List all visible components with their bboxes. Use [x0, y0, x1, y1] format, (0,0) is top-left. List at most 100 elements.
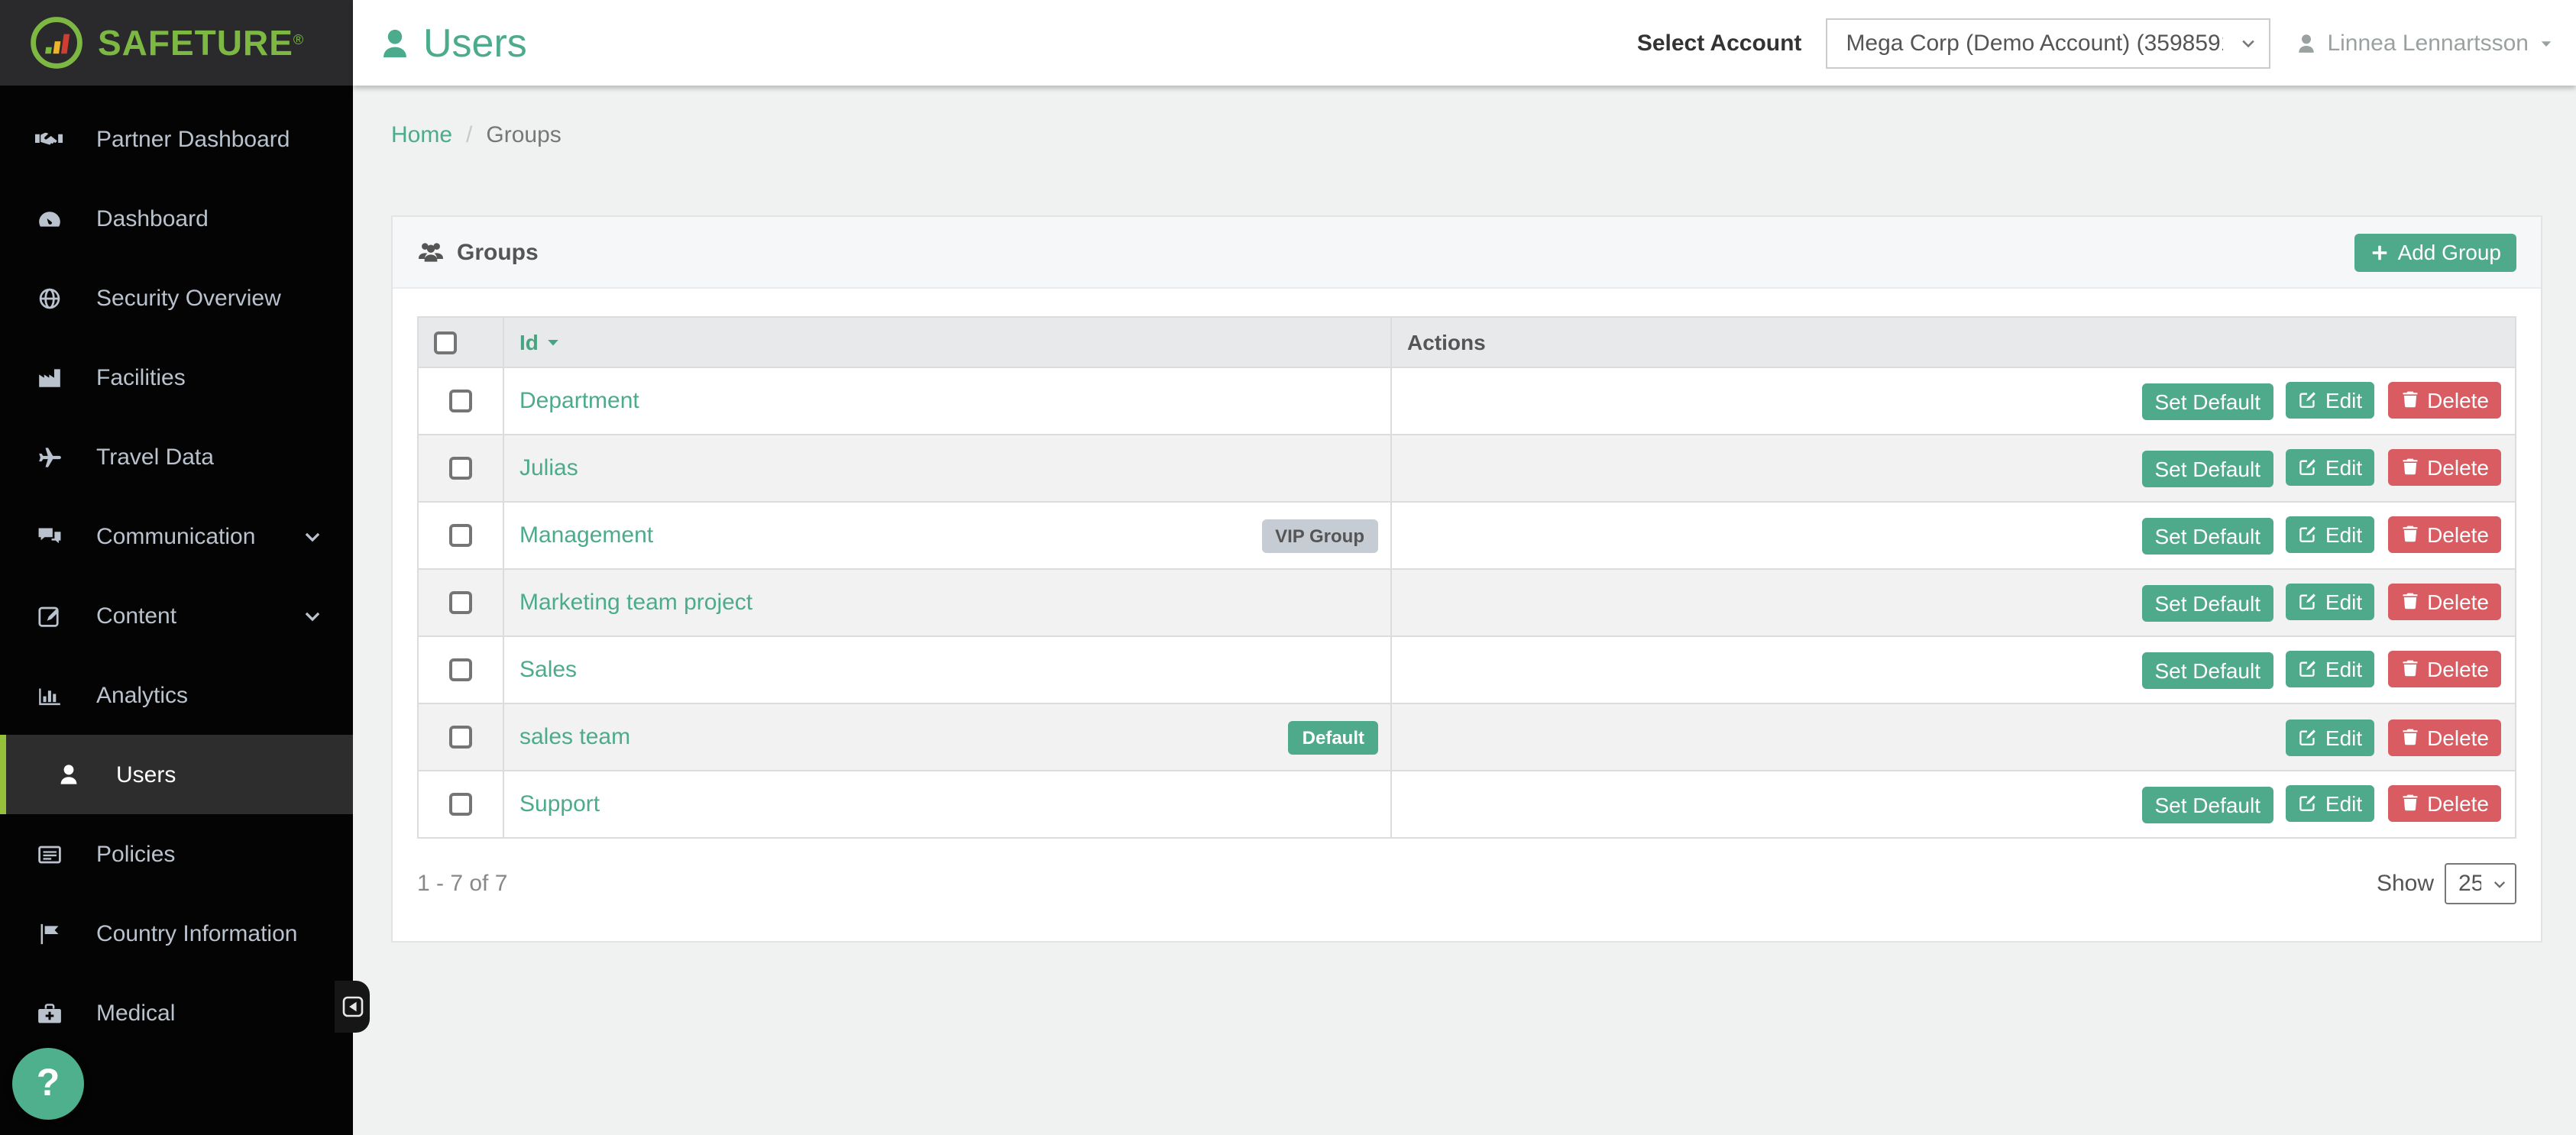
group-link[interactable]: Julias — [519, 455, 578, 481]
set-default-button[interactable]: Set Default — [2142, 519, 2273, 555]
chevron-down-icon — [303, 606, 322, 626]
delete-button[interactable]: Delete — [2387, 651, 2501, 687]
page-title-text: Users — [423, 19, 527, 66]
breadcrumb-current: Groups — [486, 122, 561, 148]
edit-button[interactable]: Edit — [2286, 651, 2374, 687]
edit-button[interactable]: Edit — [2286, 719, 2374, 755]
sidebar: SAFETURE ® Partner Dashboard Dashboard — [0, 0, 353, 1135]
set-default-button[interactable]: Set Default — [2142, 451, 2273, 488]
plus-icon — [2371, 242, 2390, 262]
edit-icon — [2298, 390, 2318, 410]
sidebar-item-facilities[interactable]: Facilities — [0, 338, 353, 417]
column-header-id[interactable]: Id — [503, 317, 1391, 367]
sidebar-item-travel-data[interactable]: Travel Data — [0, 417, 353, 496]
brand-logo[interactable]: SAFETURE ® — [0, 0, 353, 86]
groups-panel-title-text: Groups — [457, 239, 539, 265]
edit-button[interactable]: Edit — [2286, 449, 2374, 486]
row-check-cell — [418, 636, 503, 703]
column-header-id-label: Id — [519, 330, 539, 354]
column-header-actions-label: Actions — [1407, 330, 1486, 354]
row-id-cell: Management VIP Group — [503, 502, 1391, 569]
table-row: Department Set Default Edit Delete — [418, 367, 2516, 435]
add-group-button[interactable]: Add Group — [2355, 233, 2516, 271]
group-link[interactable]: Sales — [519, 657, 577, 683]
row-check-cell — [418, 367, 503, 435]
row-checkbox[interactable] — [449, 591, 472, 614]
delete-label: Delete — [2427, 455, 2489, 480]
table-footer: 1 - 7 of 7 Show 25 — [417, 839, 2516, 941]
row-checkbox[interactable] — [449, 457, 472, 480]
handshake-icon — [34, 126, 64, 152]
delete-button[interactable]: Delete — [2387, 449, 2501, 486]
row-checkbox[interactable] — [449, 524, 472, 547]
sidebar-item-content[interactable]: Content — [0, 576, 353, 655]
trash-icon — [2400, 390, 2419, 410]
group-link[interactable]: Marketing team project — [519, 590, 752, 616]
group-link[interactable]: sales team — [519, 724, 630, 750]
topbar: Users Select Account Mega Corp (Demo Acc… — [353, 0, 2576, 86]
user-name: Linnea Lennartsson — [2327, 30, 2529, 56]
row-checkbox[interactable] — [449, 658, 472, 681]
edit-icon — [2298, 794, 2318, 813]
edit-icon — [2298, 592, 2318, 612]
set-default-label: Set Default — [2154, 794, 2260, 818]
set-default-button[interactable]: Set Default — [2142, 586, 2273, 622]
group-link[interactable]: Department — [519, 388, 639, 414]
delete-button[interactable]: Delete — [2387, 584, 2501, 620]
row-check-cell — [418, 771, 503, 838]
user-menu[interactable]: Linnea Lennartsson — [2295, 30, 2555, 56]
delete-button[interactable]: Delete — [2387, 382, 2501, 419]
medkit-icon — [34, 1000, 64, 1026]
edit-button[interactable]: Edit — [2286, 382, 2374, 419]
delete-button[interactable]: Delete — [2387, 719, 2501, 755]
group-link[interactable]: Support — [519, 791, 600, 817]
sidebar-item-communication[interactable]: Communication — [0, 496, 353, 576]
set-default-button[interactable]: Set Default — [2142, 787, 2273, 824]
set-default-button[interactable]: Set Default — [2142, 384, 2273, 421]
collapse-left-icon — [341, 996, 363, 1017]
edit-label: Edit — [2325, 455, 2362, 480]
row-check-cell — [418, 703, 503, 771]
edit-icon — [2298, 458, 2318, 477]
default-badge: Default — [1289, 720, 1378, 754]
caret-down-icon — [2538, 34, 2555, 51]
sidebar-item-security-overview[interactable]: Security Overview — [0, 258, 353, 338]
sidebar-item-country-information[interactable]: Country Information — [0, 894, 353, 973]
edit-icon — [2298, 525, 2318, 545]
row-checkbox[interactable] — [449, 793, 472, 816]
delete-button[interactable]: Delete — [2387, 516, 2501, 553]
edit-button[interactable]: Edit — [2286, 584, 2374, 620]
page-size-select[interactable]: 25 — [2445, 863, 2516, 904]
breadcrumb-home-link[interactable]: Home — [391, 122, 452, 148]
row-checkbox[interactable] — [449, 726, 472, 749]
breadcrumb-separator: / — [466, 122, 472, 148]
account-select[interactable]: Mega Corp (Demo Account) (3598591) — [1826, 18, 2270, 68]
user-icon — [2295, 31, 2318, 54]
delete-label: Delete — [2427, 388, 2489, 412]
sidebar-item-analytics[interactable]: Analytics — [0, 655, 353, 735]
row-id-cell: Sales — [503, 636, 1391, 703]
topbar-right: Select Account Mega Corp (Demo Account) … — [1637, 18, 2555, 68]
row-id-cell: Support — [503, 771, 1391, 838]
help-button[interactable]: ? — [12, 1048, 84, 1120]
select-all-checkbox[interactable] — [434, 332, 457, 355]
sidebar-collapse-toggle[interactable] — [335, 981, 370, 1033]
set-default-button[interactable]: Set Default — [2142, 653, 2273, 690]
groups-panel-title: Groups — [417, 238, 539, 266]
delete-button[interactable]: Delete — [2387, 785, 2501, 822]
edit-button[interactable]: Edit — [2286, 785, 2374, 822]
row-actions-cell: Edit Delete — [1391, 703, 2516, 771]
factory-icon — [34, 364, 64, 390]
sidebar-item-dashboard[interactable]: Dashboard — [0, 179, 353, 258]
row-id-cell: Marketing team project — [503, 569, 1391, 636]
sidebar-item-policies[interactable]: Policies — [0, 814, 353, 894]
policies-list-icon — [34, 841, 64, 867]
sidebar-item-medical[interactable]: Medical — [0, 973, 353, 1053]
group-link[interactable]: Management — [519, 522, 653, 548]
sidebar-item-partner-dashboard[interactable]: Partner Dashboard — [0, 99, 353, 179]
sidebar-item-users[interactable]: Users — [0, 735, 353, 814]
edit-button[interactable]: Edit — [2286, 516, 2374, 553]
sidebar-item-label: Country Information — [96, 920, 297, 946]
row-checkbox[interactable] — [449, 390, 472, 412]
delete-label: Delete — [2427, 725, 2489, 749]
